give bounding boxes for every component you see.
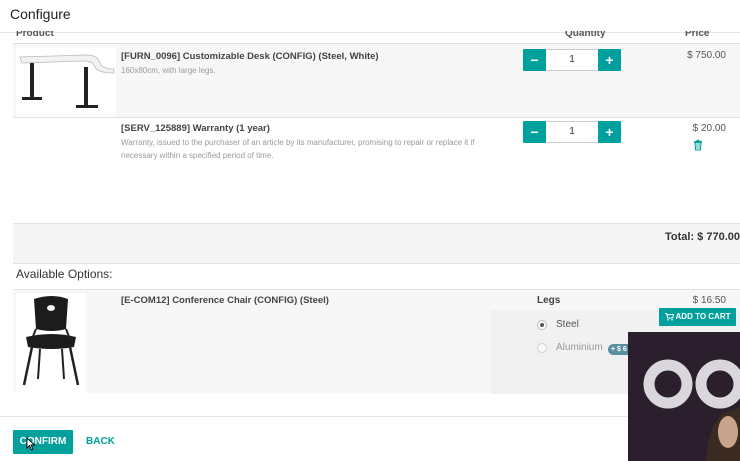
back-button[interactable]: BACK <box>86 436 115 447</box>
quantity-stepper: − 1 + <box>523 49 621 71</box>
column-header-product: Product <box>16 31 54 39</box>
radio-label-aluminium: Aluminium <box>556 342 603 353</box>
order-total: Total: $ 770.00 <box>665 231 740 243</box>
decrease-quantity-button[interactable]: − <box>523 121 546 143</box>
webcam-overlay <box>628 332 740 461</box>
dialog-header: Configure <box>0 0 740 33</box>
attribute-label-legs: Legs <box>537 295 561 306</box>
product-table-header: Product Quantity Price <box>13 31 740 44</box>
product-name: [SERV_125889] Warranty (1 year) <box>121 123 270 134</box>
column-header-price: Price <box>685 31 710 39</box>
product-name: [FURN_0096] Customizable Desk (CONFIG) (… <box>121 51 379 62</box>
optional-product-price: $ 16.50 <box>692 295 726 306</box>
cart-icon <box>664 312 674 321</box>
product-description: Warranty, issued to the purchaser of an … <box>121 138 475 160</box>
quantity-input[interactable]: 1 <box>546 121 598 143</box>
radio-aluminium[interactable] <box>537 343 547 353</box>
column-header-quantity: Quantity <box>565 31 606 39</box>
mouse-cursor-icon <box>26 436 36 451</box>
dialog-title: Configure <box>10 6 71 22</box>
trash-icon[interactable] <box>692 138 704 151</box>
product-description: 160x80cm, with large legs. <box>121 66 216 75</box>
confirm-button[interactable]: CONFIRM <box>13 430 73 454</box>
desk-image <box>16 47 116 117</box>
increase-quantity-button[interactable]: + <box>598 121 621 143</box>
increase-quantity-button[interactable]: + <box>598 49 621 71</box>
decrease-quantity-button[interactable]: − <box>523 49 546 71</box>
radio-label-steel: Steel <box>556 319 579 330</box>
total-row: Total: $ 770.00 <box>13 224 740 264</box>
available-options-title: Available Options: <box>16 267 113 281</box>
quantity-input[interactable]: 1 <box>546 49 598 71</box>
line-price: $ 750.00 <box>687 50 726 61</box>
radio-steel[interactable] <box>537 320 547 330</box>
table-row-desk: [FURN_0096] Customizable Desk (CONFIG) (… <box>13 44 740 118</box>
chair-image <box>16 293 86 393</box>
add-to-cart-label: ADD TO CART <box>675 312 731 321</box>
optional-product-name: [E-COM12] Conference Chair (CONFIG) (Ste… <box>121 295 329 306</box>
table-row-warranty: [SERV_125889] Warranty (1 year) Warranty… <box>13 118 740 224</box>
quantity-stepper: − 1 + <box>523 121 621 143</box>
add-to-cart-button[interactable]: ADD TO CART <box>659 308 736 326</box>
line-price: $ 20.00 <box>692 123 726 134</box>
